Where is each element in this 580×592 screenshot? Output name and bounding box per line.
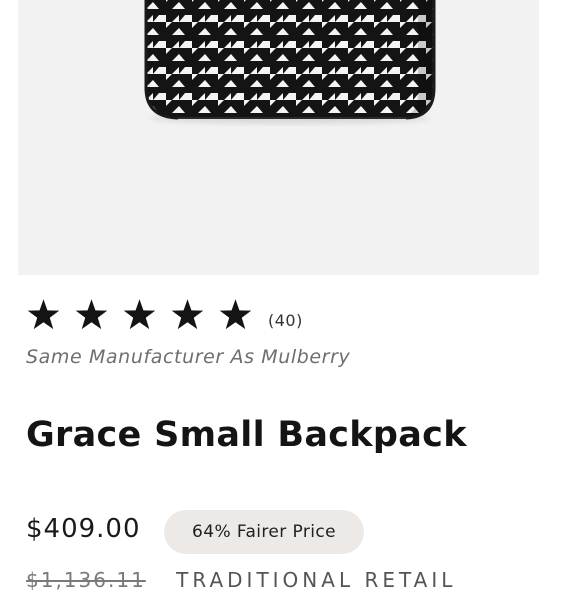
fairer-price-badge: 64% Fairer Price [164, 510, 364, 554]
star-icon [218, 297, 253, 332]
retail-price-row: $1,136.11 TRADITIONAL RETAIL [26, 568, 456, 592]
retail-label: TRADITIONAL RETAIL [176, 568, 457, 592]
star-icon [122, 297, 157, 332]
manufacturer-note: Same Manufacturer As Mulberry [26, 346, 351, 368]
star-icon [26, 297, 61, 332]
star-icon [170, 297, 205, 332]
product-image[interactable] [18, 0, 539, 275]
product-rating[interactable]: (40) [26, 294, 303, 334]
review-count-link[interactable]: (40) [268, 311, 303, 330]
houndstooth-backpack-illustration [144, 0, 436, 124]
product-price: $409.00 [26, 514, 141, 544]
retail-price: $1,136.11 [26, 568, 146, 592]
star-icon [74, 297, 109, 332]
product-title: Grace Small Backpack [26, 415, 467, 455]
